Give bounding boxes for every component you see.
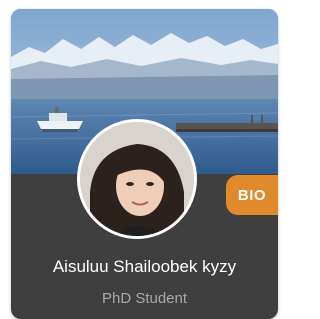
- avatar[interactable]: [77, 119, 197, 239]
- bio-badge[interactable]: BIO: [226, 175, 278, 215]
- profile-card[interactable]: BIO Aisuluu Shailoobek kyzy PhD Student: [11, 9, 278, 319]
- profile-role: PhD Student: [101, 290, 188, 307]
- profile-name: Aisuluu Shailoobek kyzy: [52, 257, 237, 276]
